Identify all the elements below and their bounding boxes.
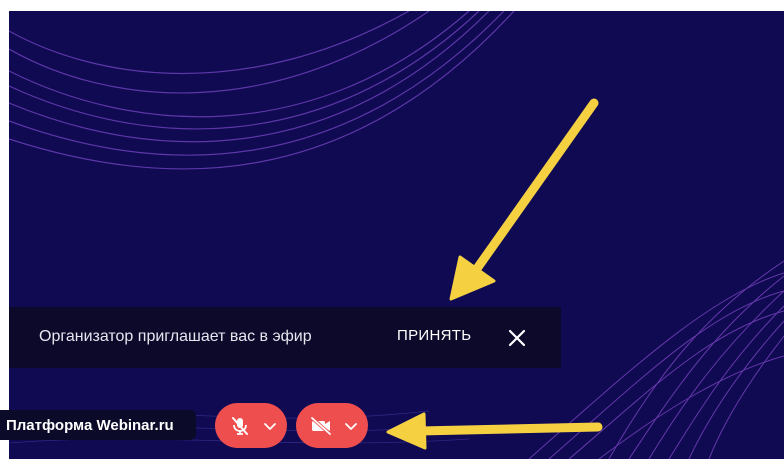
invite-notification: Организатор приглашает вас в эфир ПРИНЯТ… — [9, 307, 561, 368]
stream-background — [9, 11, 784, 459]
camera-off-icon — [309, 414, 333, 438]
chevron-down-icon[interactable] — [344, 420, 358, 432]
accept-button[interactable]: ПРИНЯТЬ — [397, 327, 471, 344]
webinar-stage: Организатор приглашает вас в эфир ПРИНЯТ… — [0, 0, 784, 459]
wave-decoration — [9, 11, 784, 459]
camera-toggle-button[interactable] — [296, 403, 368, 448]
mic-off-icon — [228, 414, 252, 438]
invite-message: Организатор приглашает вас в эфир — [39, 328, 312, 345]
chevron-down-icon[interactable] — [263, 420, 277, 432]
platform-badge: Платформа Webinar.ru — [0, 410, 196, 440]
mic-toggle-button[interactable] — [215, 403, 287, 448]
close-icon[interactable] — [506, 327, 528, 349]
